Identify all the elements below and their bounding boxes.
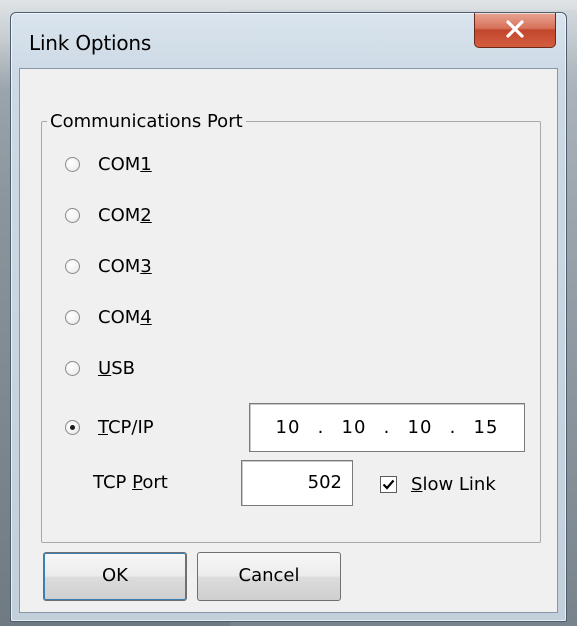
radio-button-selected[interactable] bbox=[65, 419, 80, 435]
tcp-port-input[interactable]: 502 bbox=[241, 460, 353, 506]
radio-button[interactable] bbox=[65, 156, 80, 172]
ip-octet-2[interactable]: 10 bbox=[332, 417, 376, 438]
radio-button[interactable] bbox=[65, 360, 80, 376]
radio-com2[interactable]: COM2 bbox=[65, 200, 152, 230]
ip-octet-4[interactable]: 15 bbox=[464, 417, 508, 438]
radio-button[interactable] bbox=[65, 207, 80, 223]
ip-separator: . bbox=[317, 417, 325, 438]
radio-label: COM2 bbox=[98, 204, 152, 226]
radio-button[interactable] bbox=[65, 258, 80, 274]
cancel-button[interactable]: Cancel bbox=[197, 552, 341, 601]
group-legend: Communications Port bbox=[47, 111, 246, 132]
radio-label: COM3 bbox=[98, 255, 152, 277]
close-button[interactable] bbox=[474, 13, 556, 48]
radio-usb[interactable]: USB bbox=[65, 353, 135, 383]
slow-link-option[interactable]: Slow Link bbox=[380, 474, 496, 495]
link-options-dialog: Link Options Communications Port COM1 CO… bbox=[10, 12, 567, 622]
ip-separator: . bbox=[383, 417, 391, 438]
ip-separator: . bbox=[449, 417, 457, 438]
tcp-port-label: TCP Port bbox=[93, 472, 168, 493]
ip-octet-1[interactable]: 10 bbox=[266, 417, 310, 438]
radio-label: TCP/IP bbox=[98, 416, 154, 438]
radio-com3[interactable]: COM3 bbox=[65, 251, 152, 281]
radio-button[interactable] bbox=[65, 309, 80, 325]
radio-label: COM1 bbox=[98, 153, 152, 175]
radio-label: COM4 bbox=[98, 306, 152, 328]
radio-tcpip[interactable]: TCP/IP bbox=[65, 412, 154, 442]
window-title: Link Options bbox=[29, 31, 152, 55]
dialog-client-area: Communications Port COM1 COM2 COM3 COM4 … bbox=[19, 68, 558, 613]
ip-octet-3[interactable]: 10 bbox=[398, 417, 442, 438]
checkmark-icon bbox=[382, 479, 395, 490]
ip-address-input[interactable]: 10 . 10 . 10 . 15 bbox=[249, 403, 525, 452]
slow-link-checkbox[interactable] bbox=[380, 476, 397, 493]
ok-button[interactable]: OK bbox=[43, 552, 187, 601]
radio-com1[interactable]: COM1 bbox=[65, 149, 152, 179]
close-icon bbox=[506, 20, 524, 38]
slow-link-label: Slow Link bbox=[411, 474, 496, 495]
radio-com4[interactable]: COM4 bbox=[65, 302, 152, 332]
radio-label: USB bbox=[98, 357, 135, 379]
